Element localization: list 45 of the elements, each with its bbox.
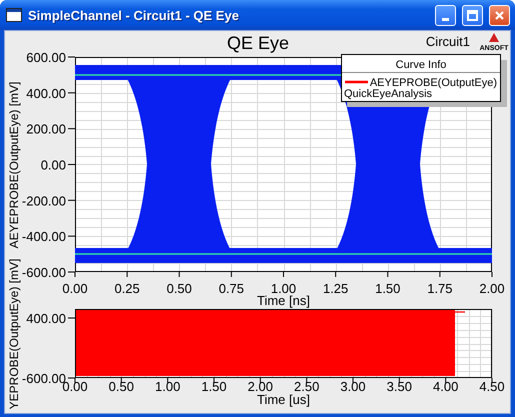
x-tick-label: 0.75 (218, 281, 244, 296)
logo-icon (489, 33, 499, 42)
y-tick-label: 200.00 (26, 122, 66, 137)
x-tick-label: 4.00 (433, 379, 458, 394)
legend-line (345, 80, 368, 84)
x-tick-label: 1.75 (427, 281, 453, 296)
y-tick-label: -600.00 (22, 265, 66, 280)
maximize-button[interactable] (462, 4, 483, 26)
x-tick-label: 0.00 (62, 281, 88, 296)
x-tick-label: 1.50 (375, 281, 400, 296)
x-tick-label: 0.25 (114, 281, 140, 296)
x-axis-label: Time [ns] (257, 293, 310, 308)
x-tick-label: 1.00 (155, 379, 180, 394)
x-tick-label: 0.50 (108, 379, 134, 394)
design-name: Circuit1 (426, 34, 470, 49)
y-tick-label: 0.00 (40, 158, 66, 172)
y-tick-label: 600.00 (26, 50, 66, 65)
minimize-icon (442, 18, 449, 20)
minimize-button[interactable] (435, 4, 456, 26)
x-tick-label: 1.00 (270, 281, 296, 296)
x-axis-label: Time [us] (257, 392, 310, 407)
chart-title: QE Eye (226, 33, 290, 53)
x-tick-label: 3.50 (386, 379, 412, 394)
x-tick-label: 1.25 (322, 281, 348, 296)
x-tick-label: 3.00 (340, 379, 366, 394)
legend-entry: AEYEPROBE(OutputEye) (370, 77, 497, 89)
x-tick-label: 2.00 (479, 281, 505, 296)
close-icon (494, 10, 505, 20)
y-tick-label: 400.00 (26, 86, 66, 101)
window-icon (6, 8, 22, 22)
maximize-icon (467, 10, 478, 20)
y-tick-label: 400.00 (26, 311, 66, 326)
x-tick-label: 4.50 (479, 379, 505, 394)
window-title: SimpleChannel - Circuit1 - QE Eye (28, 8, 240, 22)
x-tick-label: 0.50 (166, 281, 192, 296)
x-tick-label: 1.50 (201, 379, 227, 394)
legend-note: QuickEyeAnalysis (344, 88, 432, 100)
y-axis-label: YEPROBE(OutputEye) [mV] (7, 258, 21, 410)
y-tick-label: -400.00 (22, 229, 66, 244)
x-tick-label: 2.50 (294, 379, 320, 394)
y-tick-label: -200.00 (22, 193, 66, 208)
legend-title: Curve Info (396, 59, 446, 71)
x-tick-label: 2.00 (248, 379, 273, 394)
close-button[interactable] (489, 4, 510, 26)
y-axis-label: AEYEPROBE(OutputEye) [mV] (7, 82, 21, 248)
